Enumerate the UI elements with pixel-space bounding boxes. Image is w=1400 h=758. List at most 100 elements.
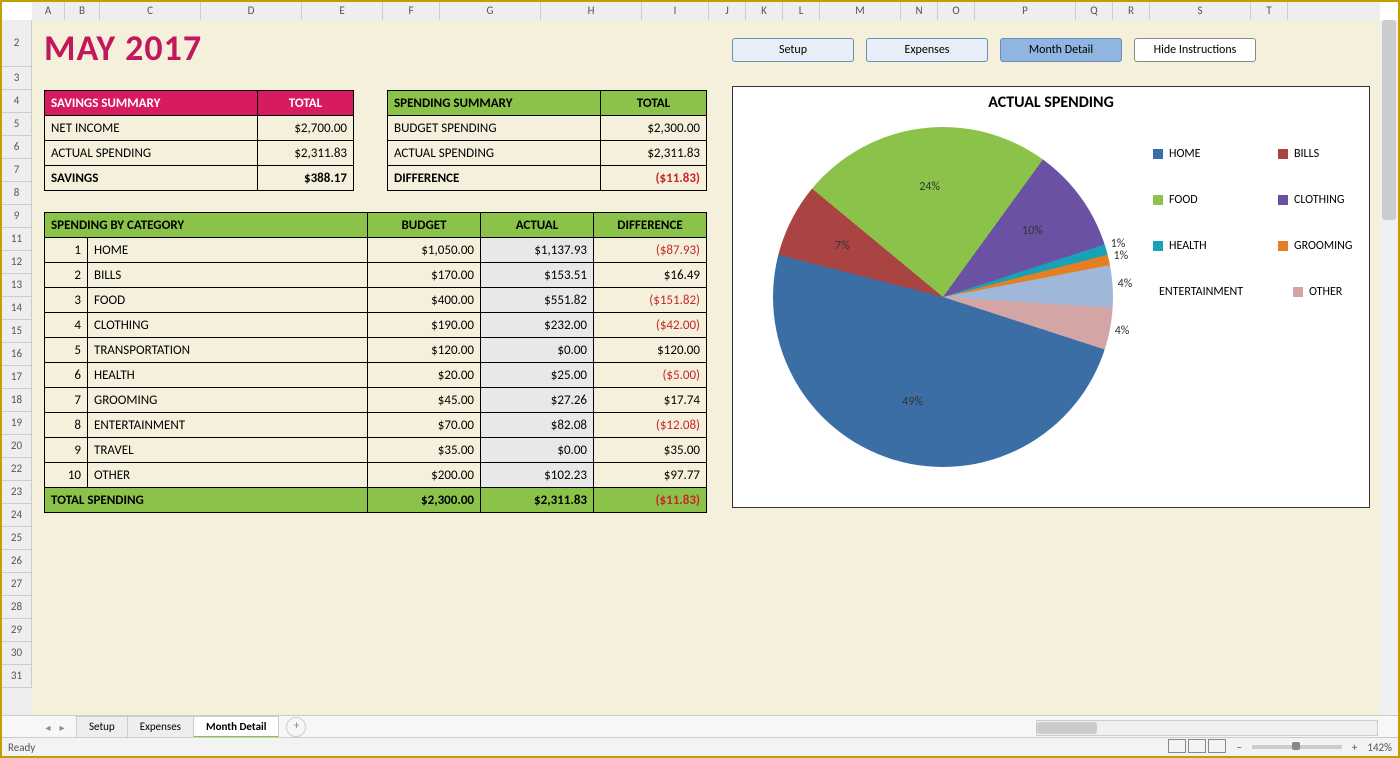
page-title: MAY 2017 xyxy=(44,26,202,70)
row-header-31[interactable]: 31 xyxy=(2,665,32,688)
row-header-11[interactable]: 11 xyxy=(2,228,32,251)
new-sheet-button[interactable]: + xyxy=(286,717,306,737)
pie-slice-label: 1% xyxy=(1114,249,1129,263)
col-header-H[interactable]: H xyxy=(541,2,642,20)
table-row: 5 TRANSPORTATION $120.00 $0.00 $120.00 xyxy=(45,338,707,363)
col-header-P[interactable]: P xyxy=(975,2,1076,20)
pie-chart xyxy=(773,127,1113,467)
col-header-L[interactable]: L xyxy=(783,2,820,20)
bycat-header: SPENDING BY CATEGORY xyxy=(45,213,368,238)
pie-slice-label: 7% xyxy=(835,239,850,253)
row-header-6[interactable]: 6 xyxy=(2,136,32,159)
col-header-S[interactable]: S xyxy=(1150,2,1251,20)
legend-item: HEALTH xyxy=(1153,239,1228,253)
row-header-22[interactable]: 22 xyxy=(2,458,32,481)
savings-header: SAVINGS SUMMARY xyxy=(45,91,258,116)
row-header-29[interactable]: 29 xyxy=(2,619,32,642)
hide-instructions-button[interactable]: Hide Instructions xyxy=(1134,38,1256,62)
col-header-E[interactable]: E xyxy=(302,2,383,20)
row-header-17[interactable]: 17 xyxy=(2,366,32,389)
legend-item: ENTERTAINMENT xyxy=(1153,285,1243,299)
row-header-18[interactable]: 18 xyxy=(2,389,32,412)
row-header-27[interactable]: 27 xyxy=(2,573,32,596)
savings-label: SAVINGS xyxy=(45,166,258,191)
table-row: NET INCOME$2,700.00 xyxy=(45,116,354,141)
row-header-8[interactable]: 8 xyxy=(2,182,32,205)
row-header-4[interactable]: 4 xyxy=(2,90,32,113)
legend-item: BILLS xyxy=(1278,147,1353,161)
savings-summary-table: SAVINGS SUMMARY TOTAL NET INCOME$2,700.0… xyxy=(44,90,354,191)
col-header-T[interactable]: T xyxy=(1251,2,1288,20)
col-header-M[interactable]: M xyxy=(820,2,901,20)
table-row: 3 FOOD $400.00 $551.82 ($151.82) xyxy=(45,288,707,313)
col-header-J[interactable]: J xyxy=(709,2,746,20)
worksheet-area[interactable]: MAY 2017 Setup Expenses Month Detail Hid… xyxy=(32,20,1380,716)
col-header-A[interactable]: A xyxy=(32,2,65,20)
row-header-9[interactable]: 9 xyxy=(2,205,32,228)
col-header-Q[interactable]: Q xyxy=(1076,2,1113,20)
row-header-23[interactable]: 23 xyxy=(2,481,32,504)
row-header-5[interactable]: 5 xyxy=(2,113,32,136)
table-row: 10 OTHER $200.00 $102.23 $97.77 xyxy=(45,463,707,488)
row-header-12[interactable]: 12 xyxy=(2,251,32,274)
table-row: BUDGET SPENDING$2,300.00 xyxy=(388,116,707,141)
chart-legend: HOMEBILLSFOODCLOTHINGHEALTHGROOMINGENTER… xyxy=(1153,147,1353,331)
legend-item: GROOMING xyxy=(1278,239,1353,253)
table-row: 6 HEALTH $20.00 $25.00 ($5.00) xyxy=(45,363,707,388)
col-header-C[interactable]: C xyxy=(100,2,201,20)
table-row: 8 ENTERTAINMENT $70.00 $82.08 ($12.08) xyxy=(45,413,707,438)
col-header-K[interactable]: K xyxy=(746,2,783,20)
row-header-19[interactable]: 19 xyxy=(2,412,32,435)
col-header-F[interactable]: F xyxy=(383,2,440,20)
row-header-28[interactable]: 28 xyxy=(2,596,32,619)
savings-value: $388.17 xyxy=(258,166,354,191)
setup-button[interactable]: Setup xyxy=(732,38,854,62)
row-header-2[interactable]: 2 xyxy=(2,20,32,67)
col-header-R[interactable]: R xyxy=(1113,2,1150,20)
row-header-26[interactable]: 26 xyxy=(2,550,32,573)
column-headers: ABCDEFGHIJKLMNOPQRST xyxy=(32,2,1380,21)
col-header-I[interactable]: I xyxy=(642,2,709,20)
pie-slice-label: 10% xyxy=(1022,224,1043,238)
row-header-30[interactable]: 30 xyxy=(2,642,32,665)
actual-spending-chart: ACTUAL SPENDING 49%7%24%10%1%1%4%4% HOME… xyxy=(732,86,1370,508)
diff-value: ($11.83) xyxy=(601,166,707,191)
legend-item: CLOTHING xyxy=(1278,193,1353,207)
zoom-slider[interactable] xyxy=(1252,745,1342,749)
col-header-G[interactable]: G xyxy=(440,2,541,20)
row-header-15[interactable]: 15 xyxy=(2,320,32,343)
pie-slice-label: 4% xyxy=(1118,277,1133,291)
chart-title: ACTUAL SPENDING xyxy=(733,87,1369,112)
spending-header: SPENDING SUMMARY xyxy=(388,91,601,116)
tab-nav[interactable]: ◂▸ xyxy=(42,721,68,733)
month-detail-button[interactable]: Month Detail xyxy=(1000,38,1122,62)
row-header-16[interactable]: 16 xyxy=(2,343,32,366)
row-header-3[interactable]: 3 xyxy=(2,67,32,90)
table-row: 7 GROOMING $45.00 $27.26 $17.74 xyxy=(45,388,707,413)
row-header-7[interactable]: 7 xyxy=(2,159,32,182)
sheet-tab-month detail[interactable]: Month Detail xyxy=(193,716,279,738)
table-row: 2 BILLS $170.00 $153.51 $16.49 xyxy=(45,263,707,288)
row-header-14[interactable]: 14 xyxy=(2,297,32,320)
col-header-B[interactable]: B xyxy=(65,2,100,20)
sheet-tab-expenses[interactable]: Expenses xyxy=(127,716,194,738)
zoom-level: 142% xyxy=(1367,741,1392,754)
col-header-D[interactable]: D xyxy=(201,2,302,20)
legend-item: OTHER xyxy=(1293,285,1353,299)
table-row: ACTUAL SPENDING$2,311.83 xyxy=(388,141,707,166)
row-header-25[interactable]: 25 xyxy=(2,527,32,550)
row-header-20[interactable]: 20 xyxy=(2,435,32,458)
horizontal-scrollbar[interactable] xyxy=(1036,720,1378,736)
col-header-O[interactable]: O xyxy=(938,2,975,20)
row-header-24[interactable]: 24 xyxy=(2,504,32,527)
view-mode-icons[interactable] xyxy=(1166,739,1226,756)
row-header-13[interactable]: 13 xyxy=(2,274,32,297)
expenses-button[interactable]: Expenses xyxy=(866,38,988,62)
row-headers: 2345678911121314151617181920222324252627… xyxy=(2,20,32,716)
table-row: 9 TRAVEL $35.00 $0.00 $35.00 xyxy=(45,438,707,463)
vertical-scrollbar[interactable] xyxy=(1379,20,1398,716)
sheet-tab-setup[interactable]: Setup xyxy=(76,716,128,738)
col-header-N[interactable]: N xyxy=(901,2,938,20)
spending-summary-table: SPENDING SUMMARY TOTAL BUDGET SPENDING$2… xyxy=(387,90,707,191)
diff-label: DIFFERENCE xyxy=(388,166,601,191)
